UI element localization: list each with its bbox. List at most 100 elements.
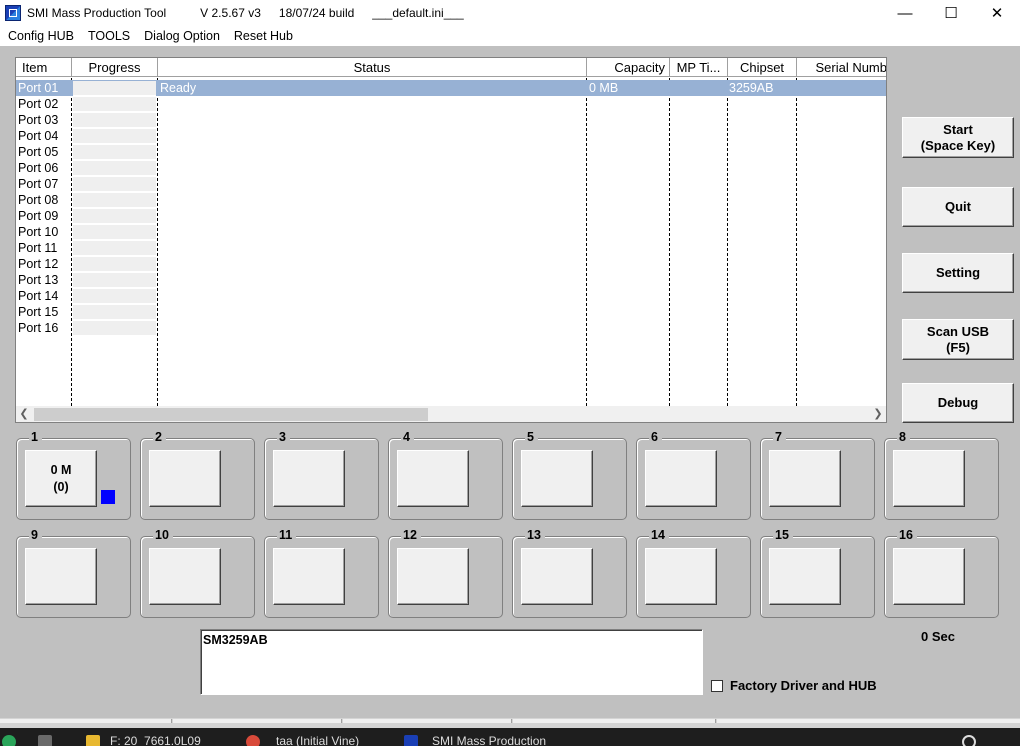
table-row[interactable]: Port 14 bbox=[16, 288, 886, 304]
port-number: 9 bbox=[29, 528, 42, 543]
taskbar-item-explorer[interactable]: F: 20_7661.0L09 bbox=[110, 734, 201, 746]
port-status-button[interactable] bbox=[149, 548, 221, 605]
port-list[interactable]: Item Progress Status Capacity MP Ti... C… bbox=[15, 57, 887, 423]
quit-button[interactable]: Quit bbox=[902, 187, 1014, 227]
port-panel: 8 bbox=[884, 430, 999, 520]
table-row[interactable]: Port 06 bbox=[16, 160, 886, 176]
port-panel: 12 bbox=[388, 528, 503, 618]
table-row[interactable]: Port 08 bbox=[16, 192, 886, 208]
progress-cell bbox=[73, 193, 156, 208]
port-status-button[interactable] bbox=[645, 450, 717, 507]
port-number: 8 bbox=[897, 430, 910, 445]
table-row[interactable]: Port 05 bbox=[16, 144, 886, 160]
port-panel: 6 bbox=[636, 430, 751, 520]
progress-cell bbox=[73, 161, 156, 176]
port-status-button[interactable] bbox=[521, 450, 593, 507]
progress-cell bbox=[73, 145, 156, 160]
port-status-button[interactable] bbox=[645, 548, 717, 605]
port-status-button[interactable] bbox=[893, 548, 965, 605]
port-number: 4 bbox=[401, 430, 414, 445]
column-chipset[interactable]: Chipset bbox=[728, 58, 797, 77]
port-status-button[interactable] bbox=[149, 450, 221, 507]
debug-button[interactable]: Debug bbox=[902, 383, 1014, 423]
setting-button[interactable]: Setting bbox=[902, 253, 1014, 293]
port-status-button[interactable] bbox=[893, 450, 965, 507]
table-row[interactable]: Port 15 bbox=[16, 304, 886, 320]
factory-driver-checkbox[interactable] bbox=[711, 679, 723, 692]
port-label: Port 05 bbox=[18, 145, 59, 159]
progress-cell bbox=[73, 305, 156, 320]
column-status[interactable]: Status bbox=[158, 58, 587, 77]
start-button[interactable]: Start (Space Key) bbox=[902, 117, 1014, 158]
port-capacity: 0 M bbox=[50, 462, 72, 477]
port-number: 13 bbox=[525, 528, 545, 543]
port-status-button[interactable] bbox=[273, 548, 345, 605]
close-button[interactable]: ✕ bbox=[974, 0, 1020, 26]
port-count: (0) bbox=[53, 479, 69, 494]
column-capacity[interactable]: Capacity bbox=[587, 58, 670, 77]
port-status-button[interactable] bbox=[769, 548, 841, 605]
column-progress[interactable]: Progress bbox=[72, 58, 158, 77]
help-icon[interactable] bbox=[962, 735, 976, 746]
port-status-button[interactable] bbox=[397, 548, 469, 605]
scroll-thumb[interactable] bbox=[34, 408, 428, 421]
port-status-button[interactable] bbox=[273, 450, 345, 507]
port-panel: 5 bbox=[512, 430, 627, 520]
menu-reset-hub[interactable]: Reset Hub bbox=[227, 29, 300, 43]
table-row[interactable]: Port 11 bbox=[16, 240, 886, 256]
scroll-right-icon[interactable]: ❯ bbox=[870, 406, 886, 422]
horizontal-scrollbar[interactable]: ❮ ❯ bbox=[16, 406, 886, 422]
app-icon[interactable] bbox=[5, 5, 21, 21]
menu-config-hub[interactable]: Config HUB bbox=[0, 29, 81, 43]
port-label: Port 08 bbox=[18, 193, 59, 207]
smi-tool-icon[interactable] bbox=[404, 735, 418, 746]
table-row[interactable]: Port 01 Ready 0 MB 3259AB bbox=[16, 80, 886, 96]
column-serial[interactable]: Serial Numb bbox=[797, 58, 886, 77]
port-status-button[interactable] bbox=[25, 548, 97, 605]
ini-label: ___default.ini___ bbox=[372, 6, 464, 20]
progress-cell bbox=[73, 257, 156, 272]
table-row[interactable]: Port 10 bbox=[16, 224, 886, 240]
port-panel: 2 bbox=[140, 430, 255, 520]
port-number: 16 bbox=[897, 528, 917, 543]
scan-usb-button[interactable]: Scan USB (F5) bbox=[902, 319, 1014, 360]
column-item[interactable]: Item bbox=[16, 58, 72, 77]
status-segment bbox=[717, 719, 1020, 723]
port-status-button[interactable]: 0 M (0) bbox=[25, 450, 97, 507]
port-status-button[interactable] bbox=[397, 450, 469, 507]
store-icon[interactable] bbox=[38, 735, 52, 746]
column-mp-time[interactable]: MP Ti... bbox=[670, 58, 728, 77]
table-row[interactable]: Port 04 bbox=[16, 128, 886, 144]
port-number: 11 bbox=[277, 528, 297, 543]
table-row[interactable]: Port 02 bbox=[16, 96, 886, 112]
folder-icon[interactable] bbox=[86, 735, 100, 746]
taskbar-item-browser[interactable]: taa (Initial Vine) bbox=[276, 734, 359, 746]
window-title: SMI Mass Production Tool bbox=[27, 6, 167, 20]
table-row[interactable]: Port 03 bbox=[16, 112, 886, 128]
minimize-button[interactable]: — bbox=[882, 0, 928, 26]
factory-driver-option[interactable]: Factory Driver and HUB bbox=[711, 678, 877, 693]
factory-driver-label: Factory Driver and HUB bbox=[730, 678, 877, 693]
chipset-cell: 3259AB bbox=[729, 81, 774, 95]
elapsed-time: 0 Sec bbox=[921, 629, 955, 644]
table-row[interactable]: Port 12 bbox=[16, 256, 886, 272]
port-status-button[interactable] bbox=[521, 548, 593, 605]
status-segment bbox=[343, 719, 512, 723]
port-status-button[interactable] bbox=[769, 450, 841, 507]
chrome-icon[interactable] bbox=[246, 735, 260, 746]
menu-tools[interactable]: TOOLS bbox=[81, 29, 137, 43]
maximize-button[interactable]: ☐ bbox=[928, 0, 974, 26]
menu-dialog-option[interactable]: Dialog Option bbox=[137, 29, 227, 43]
start-icon[interactable] bbox=[2, 735, 16, 746]
table-row[interactable]: Port 09 bbox=[16, 208, 886, 224]
table-row[interactable]: Port 13 bbox=[16, 272, 886, 288]
scroll-left-icon[interactable]: ❮ bbox=[16, 406, 32, 422]
port-label: Port 15 bbox=[18, 305, 59, 319]
taskbar-item-smi[interactable]: SMI Mass Production bbox=[432, 734, 546, 746]
port-label: Port 10 bbox=[18, 225, 59, 239]
port-label: Port 07 bbox=[18, 177, 59, 191]
chip-info-box[interactable]: SM3259AB bbox=[200, 629, 703, 695]
list-header: Item Progress Status Capacity MP Ti... C… bbox=[16, 58, 886, 78]
table-row[interactable]: Port 16 bbox=[16, 320, 886, 336]
table-row[interactable]: Port 07 bbox=[16, 176, 886, 192]
